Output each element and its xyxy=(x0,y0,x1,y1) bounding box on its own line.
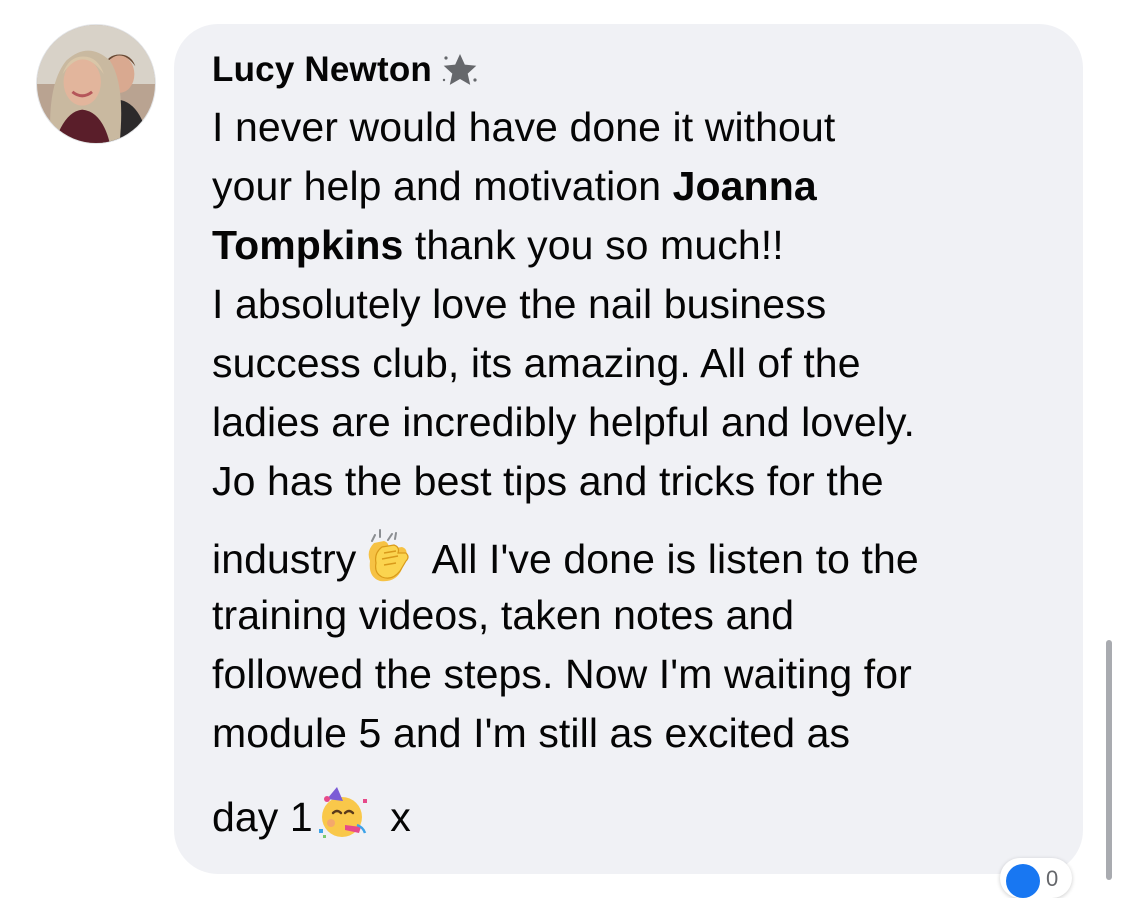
comment-line: training videos, taken notes and xyxy=(212,592,795,638)
mention-link[interactable]: Tompkins xyxy=(212,222,403,268)
star-badge-icon[interactable] xyxy=(440,50,480,90)
comment-line: I absolutely love the nail business xyxy=(212,281,827,327)
comment-line: day 1 x xyxy=(212,763,1062,847)
author-name[interactable]: Lucy Newton xyxy=(212,50,432,90)
comment-line: ladies are incredibly helpful and lovely… xyxy=(212,399,916,445)
partying-face-emoji xyxy=(315,785,371,841)
comment-header: Lucy Newton xyxy=(212,46,480,94)
comment-line: Tompkins thank you so much!! xyxy=(212,222,784,268)
comment-bubble: Lucy Newton I never would have done it w… xyxy=(174,24,1083,874)
reaction-count: 0 xyxy=(1046,866,1059,891)
comment-line: Jo has the best tips and tricks for the xyxy=(212,458,884,504)
comment-line: I never would have done it without xyxy=(212,104,836,150)
mention-link[interactable]: Joanna xyxy=(673,163,817,209)
comment-line: success club, its amazing. All of the xyxy=(212,340,861,386)
avatar[interactable] xyxy=(36,24,156,144)
avatar-photo xyxy=(37,25,155,143)
scrollbar[interactable] xyxy=(1106,640,1112,880)
like-reaction-icon xyxy=(1006,864,1040,898)
reaction-summary[interactable]: 0 xyxy=(1000,858,1072,898)
comment-text: I never would have done it without your … xyxy=(212,98,1062,847)
clapping-hands-emoji xyxy=(358,527,414,583)
comment-line: your help and motivation Joanna xyxy=(212,163,817,209)
comment-line: followed the steps. Now I'm waiting for xyxy=(212,651,912,697)
comment-line: module 5 and I'm still as excited as xyxy=(212,710,851,756)
comment-line: industry All I've done is listen to the xyxy=(212,511,1062,586)
